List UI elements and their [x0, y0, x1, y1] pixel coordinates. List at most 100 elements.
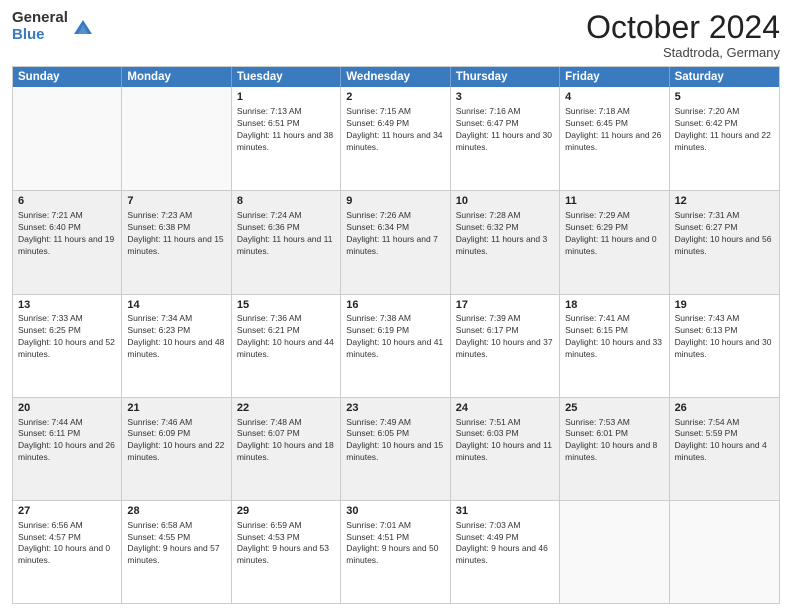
header-day-saturday: Saturday [670, 67, 779, 87]
day-number: 28 [127, 504, 225, 519]
calendar-cell: 2Sunrise: 7:15 AMSunset: 6:49 PMDaylight… [341, 87, 450, 190]
calendar-cell: 14Sunrise: 7:34 AMSunset: 6:23 PMDayligh… [122, 295, 231, 397]
day-info: Sunrise: 7:13 AMSunset: 6:51 PMDaylight:… [237, 106, 335, 154]
day-info: Sunrise: 7:16 AMSunset: 6:47 PMDaylight:… [456, 106, 554, 154]
calendar-cell: 12Sunrise: 7:31 AMSunset: 6:27 PMDayligh… [670, 191, 779, 293]
day-info: Sunrise: 6:56 AMSunset: 4:57 PMDaylight:… [18, 520, 116, 568]
calendar-cell: 27Sunrise: 6:56 AMSunset: 4:57 PMDayligh… [13, 501, 122, 603]
day-number: 18 [565, 298, 663, 313]
calendar-cell: 17Sunrise: 7:39 AMSunset: 6:17 PMDayligh… [451, 295, 560, 397]
day-number: 11 [565, 194, 663, 209]
calendar-cell: 8Sunrise: 7:24 AMSunset: 6:36 PMDaylight… [232, 191, 341, 293]
calendar-cell: 31Sunrise: 7:03 AMSunset: 4:49 PMDayligh… [451, 501, 560, 603]
day-number: 6 [18, 194, 116, 209]
calendar-week-3: 13Sunrise: 7:33 AMSunset: 6:25 PMDayligh… [13, 294, 779, 397]
calendar-week-1: 1Sunrise: 7:13 AMSunset: 6:51 PMDaylight… [13, 87, 779, 190]
day-info: Sunrise: 7:51 AMSunset: 6:03 PMDaylight:… [456, 417, 554, 465]
day-number: 13 [18, 298, 116, 313]
header-day-tuesday: Tuesday [232, 67, 341, 87]
logo-text: General Blue [12, 10, 68, 43]
day-info: Sunrise: 7:44 AMSunset: 6:11 PMDaylight:… [18, 417, 116, 465]
logo: General Blue [12, 10, 94, 43]
calendar-cell: 30Sunrise: 7:01 AMSunset: 4:51 PMDayligh… [341, 501, 450, 603]
calendar-cell: 18Sunrise: 7:41 AMSunset: 6:15 PMDayligh… [560, 295, 669, 397]
day-info: Sunrise: 7:36 AMSunset: 6:21 PMDaylight:… [237, 313, 335, 361]
day-number: 12 [675, 194, 774, 209]
page: General Blue October 2024 Stadtroda, Ger… [0, 0, 792, 612]
header-day-monday: Monday [122, 67, 231, 87]
calendar-cell: 13Sunrise: 7:33 AMSunset: 6:25 PMDayligh… [13, 295, 122, 397]
day-number: 1 [237, 90, 335, 105]
calendar-body: 1Sunrise: 7:13 AMSunset: 6:51 PMDaylight… [13, 87, 779, 603]
header-day-friday: Friday [560, 67, 669, 87]
day-number: 8 [237, 194, 335, 209]
day-number: 15 [237, 298, 335, 313]
day-info: Sunrise: 6:58 AMSunset: 4:55 PMDaylight:… [127, 520, 225, 568]
calendar-cell: 19Sunrise: 7:43 AMSunset: 6:13 PMDayligh… [670, 295, 779, 397]
day-number: 2 [346, 90, 444, 105]
calendar-cell: 6Sunrise: 7:21 AMSunset: 6:40 PMDaylight… [13, 191, 122, 293]
day-info: Sunrise: 7:15 AMSunset: 6:49 PMDaylight:… [346, 106, 444, 154]
day-number: 25 [565, 401, 663, 416]
calendar-cell: 29Sunrise: 6:59 AMSunset: 4:53 PMDayligh… [232, 501, 341, 603]
day-number: 26 [675, 401, 774, 416]
header: General Blue October 2024 Stadtroda, Ger… [12, 10, 780, 60]
day-info: Sunrise: 7:43 AMSunset: 6:13 PMDaylight:… [675, 313, 774, 361]
day-info: Sunrise: 7:53 AMSunset: 6:01 PMDaylight:… [565, 417, 663, 465]
calendar-cell: 26Sunrise: 7:54 AMSunset: 5:59 PMDayligh… [670, 398, 779, 500]
logo-blue: Blue [12, 27, 68, 44]
title-block: October 2024 Stadtroda, Germany [586, 10, 780, 60]
day-number: 29 [237, 504, 335, 519]
calendar-cell [13, 87, 122, 190]
day-info: Sunrise: 7:48 AMSunset: 6:07 PMDaylight:… [237, 417, 335, 465]
header-day-thursday: Thursday [451, 67, 560, 87]
day-info: Sunrise: 7:34 AMSunset: 6:23 PMDaylight:… [127, 313, 225, 361]
calendar-week-2: 6Sunrise: 7:21 AMSunset: 6:40 PMDaylight… [13, 190, 779, 293]
calendar-cell: 3Sunrise: 7:16 AMSunset: 6:47 PMDaylight… [451, 87, 560, 190]
day-info: Sunrise: 7:24 AMSunset: 6:36 PMDaylight:… [237, 210, 335, 258]
calendar-cell [670, 501, 779, 603]
day-info: Sunrise: 7:33 AMSunset: 6:25 PMDaylight:… [18, 313, 116, 361]
header-day-sunday: Sunday [13, 67, 122, 87]
day-number: 16 [346, 298, 444, 313]
day-number: 22 [237, 401, 335, 416]
day-info: Sunrise: 7:31 AMSunset: 6:27 PMDaylight:… [675, 210, 774, 258]
calendar-cell: 7Sunrise: 7:23 AMSunset: 6:38 PMDaylight… [122, 191, 231, 293]
calendar-cell: 23Sunrise: 7:49 AMSunset: 6:05 PMDayligh… [341, 398, 450, 500]
calendar-week-5: 27Sunrise: 6:56 AMSunset: 4:57 PMDayligh… [13, 500, 779, 603]
calendar-cell: 1Sunrise: 7:13 AMSunset: 6:51 PMDaylight… [232, 87, 341, 190]
logo-general: General [12, 10, 68, 27]
calendar-week-4: 20Sunrise: 7:44 AMSunset: 6:11 PMDayligh… [13, 397, 779, 500]
day-number: 17 [456, 298, 554, 313]
day-number: 10 [456, 194, 554, 209]
calendar-cell: 4Sunrise: 7:18 AMSunset: 6:45 PMDaylight… [560, 87, 669, 190]
calendar-cell: 9Sunrise: 7:26 AMSunset: 6:34 PMDaylight… [341, 191, 450, 293]
calendar-cell: 5Sunrise: 7:20 AMSunset: 6:42 PMDaylight… [670, 87, 779, 190]
calendar-cell: 11Sunrise: 7:29 AMSunset: 6:29 PMDayligh… [560, 191, 669, 293]
calendar: SundayMondayTuesdayWednesdayThursdayFrid… [12, 66, 780, 604]
calendar-cell [122, 87, 231, 190]
day-info: Sunrise: 6:59 AMSunset: 4:53 PMDaylight:… [237, 520, 335, 568]
day-number: 19 [675, 298, 774, 313]
day-info: Sunrise: 7:18 AMSunset: 6:45 PMDaylight:… [565, 106, 663, 154]
day-number: 9 [346, 194, 444, 209]
day-info: Sunrise: 7:54 AMSunset: 5:59 PMDaylight:… [675, 417, 774, 465]
day-info: Sunrise: 7:38 AMSunset: 6:19 PMDaylight:… [346, 313, 444, 361]
day-number: 31 [456, 504, 554, 519]
day-number: 24 [456, 401, 554, 416]
calendar-cell: 21Sunrise: 7:46 AMSunset: 6:09 PMDayligh… [122, 398, 231, 500]
calendar-cell: 25Sunrise: 7:53 AMSunset: 6:01 PMDayligh… [560, 398, 669, 500]
day-info: Sunrise: 7:41 AMSunset: 6:15 PMDaylight:… [565, 313, 663, 361]
day-info: Sunrise: 7:01 AMSunset: 4:51 PMDaylight:… [346, 520, 444, 568]
day-info: Sunrise: 7:21 AMSunset: 6:40 PMDaylight:… [18, 210, 116, 258]
calendar-cell: 16Sunrise: 7:38 AMSunset: 6:19 PMDayligh… [341, 295, 450, 397]
location: Stadtroda, Germany [586, 45, 780, 60]
day-info: Sunrise: 7:26 AMSunset: 6:34 PMDaylight:… [346, 210, 444, 258]
day-number: 3 [456, 90, 554, 105]
calendar-cell [560, 501, 669, 603]
day-number: 14 [127, 298, 225, 313]
day-number: 27 [18, 504, 116, 519]
calendar-cell: 22Sunrise: 7:48 AMSunset: 6:07 PMDayligh… [232, 398, 341, 500]
day-number: 7 [127, 194, 225, 209]
day-number: 23 [346, 401, 444, 416]
